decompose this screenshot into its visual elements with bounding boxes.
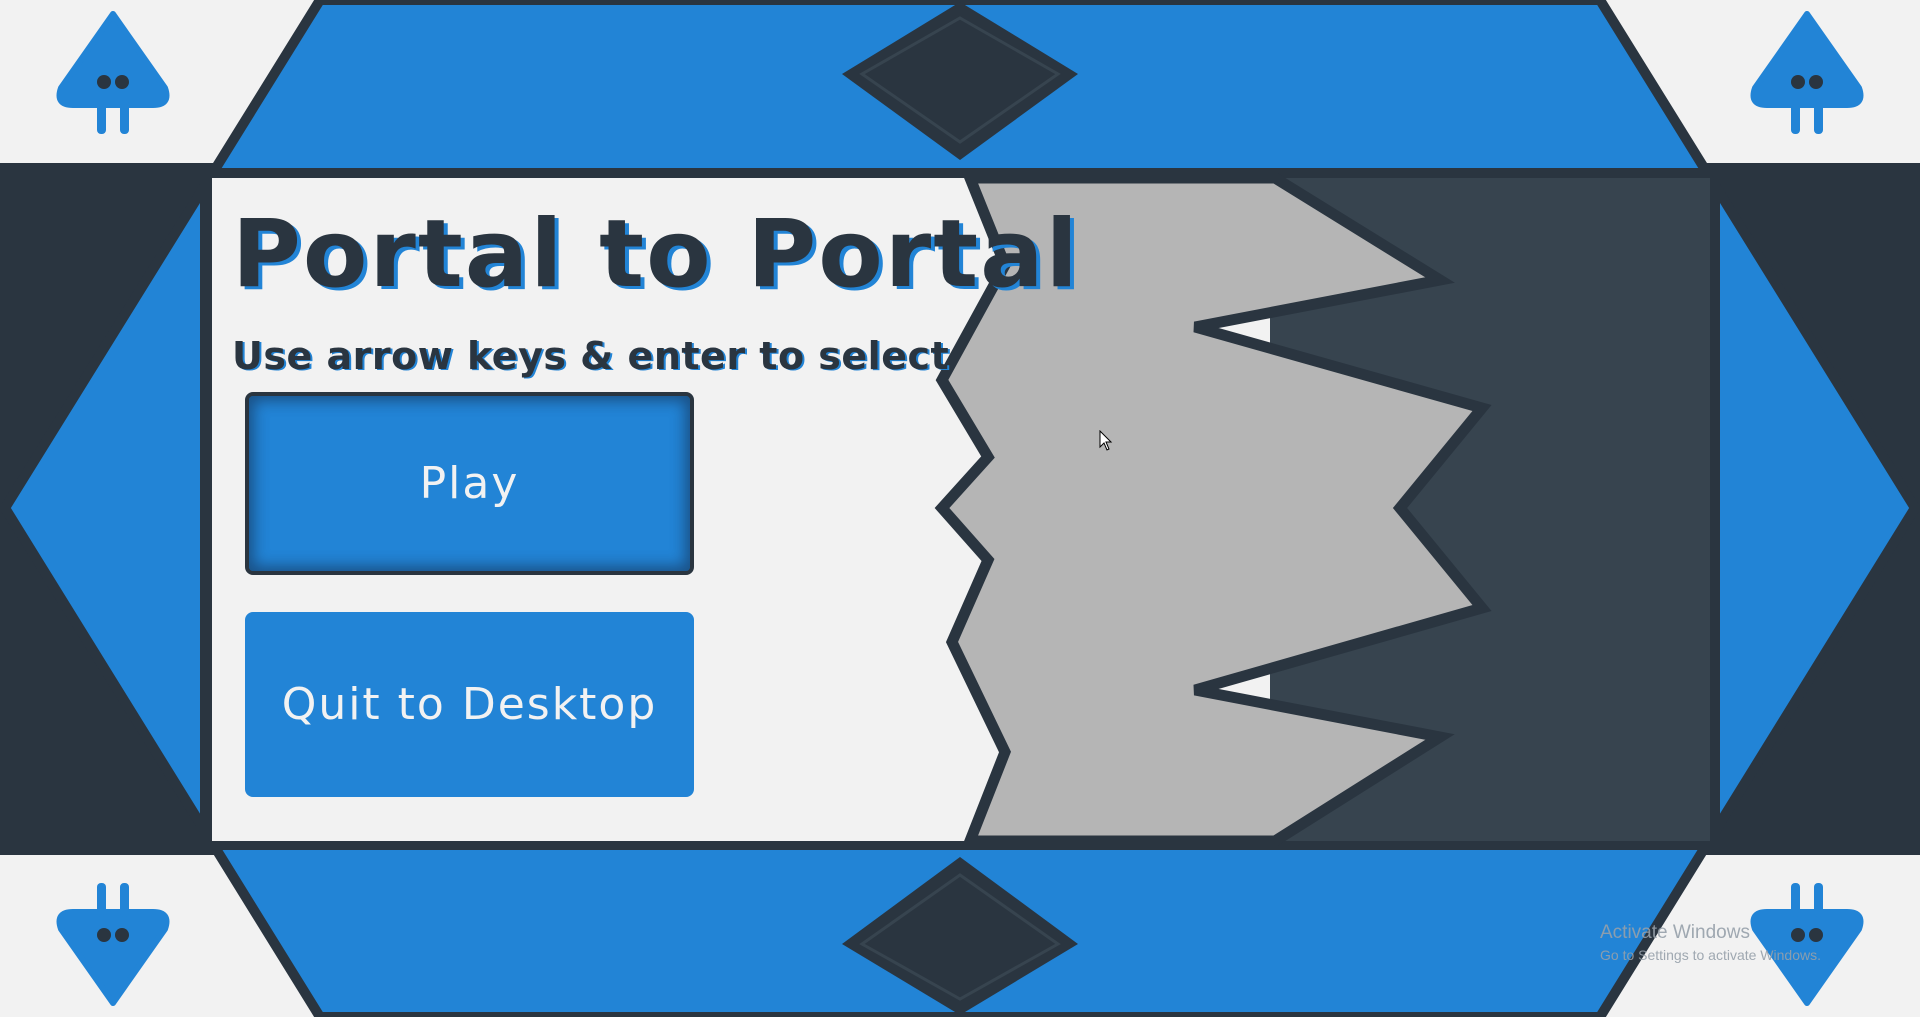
play-button-label: Play bbox=[419, 458, 520, 509]
quit-button-label: Quit to Desktop bbox=[281, 679, 658, 730]
watermark-line1: Activate Windows bbox=[1600, 922, 1750, 943]
game-title: Portal to Portal bbox=[232, 200, 1080, 309]
activation-watermark: Activate Windows Go to Settings to activ… bbox=[1600, 922, 1821, 963]
watermark-line2: Go to Settings to activate Windows. bbox=[1600, 947, 1821, 963]
mouse-cursor-icon bbox=[1099, 430, 1113, 451]
play-button[interactable]: Play bbox=[245, 392, 694, 575]
instructions-text: Use arrow keys & enter to select bbox=[232, 334, 950, 378]
quit-to-desktop-button[interactable]: Quit to Desktop bbox=[245, 612, 694, 797]
